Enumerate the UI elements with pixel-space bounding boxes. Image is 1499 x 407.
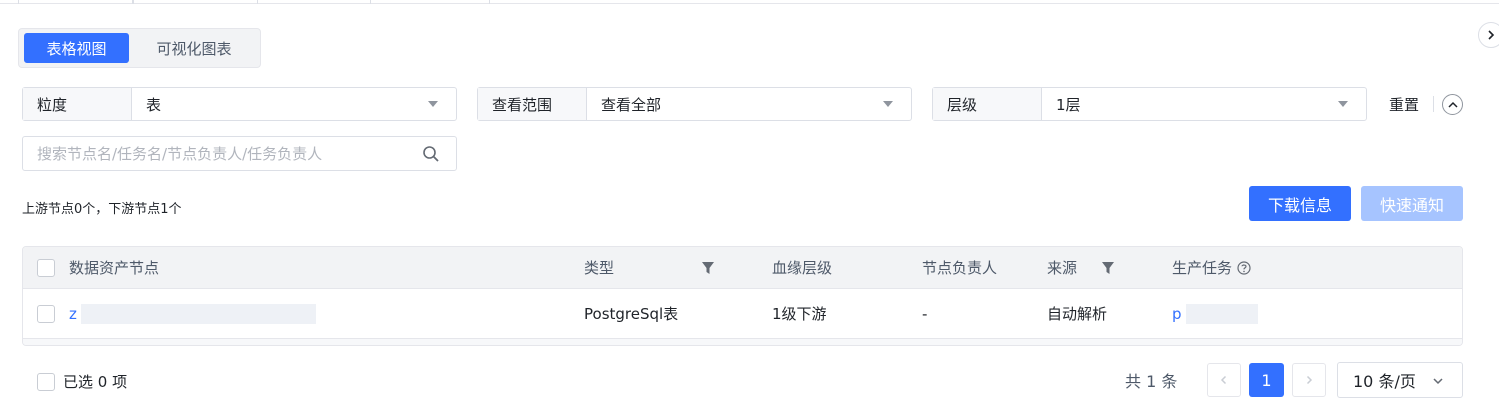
- top-tab[interactable]: [18, 0, 133, 4]
- expand-panel-button[interactable]: [1478, 22, 1499, 48]
- chart-view-tab[interactable]: 可视化图表: [134, 33, 254, 63]
- header-type: 类型: [584, 259, 615, 277]
- top-tab-strip: [0, 0, 1499, 4]
- search-icon[interactable]: [422, 145, 440, 163]
- node-link[interactable]: z: [69, 305, 77, 323]
- header-source: 来源: [1047, 259, 1078, 277]
- total-count: 共 1 条: [1125, 372, 1178, 391]
- top-tab[interactable]: [133, 0, 258, 4]
- redacted-text: [1185, 303, 1258, 324]
- table-header: 数据资产节点 类型 血缘层级 节点负责人 来源 生产任务: [23, 247, 1462, 289]
- level-select[interactable]: 层级 1层: [932, 87, 1367, 121]
- header-node: 数据资产节点: [69, 259, 160, 277]
- chevron-up-icon: [1447, 101, 1458, 108]
- page-1-button[interactable]: 1: [1249, 363, 1284, 397]
- collapse-filters-button[interactable]: [1442, 94, 1463, 115]
- header-producing-task: 生产任务: [1172, 259, 1233, 277]
- page-size-select[interactable]: 10 条/页: [1337, 362, 1463, 398]
- reset-button[interactable]: 重置: [1389, 94, 1419, 115]
- next-page-button[interactable]: [1292, 363, 1326, 397]
- row-checkbox[interactable]: [37, 304, 55, 323]
- node-count-summary: 上游节点0个，下游节点1个: [22, 202, 182, 217]
- cell-lineage-level: 1级下游: [772, 305, 827, 323]
- select-all-checkbox[interactable]: [37, 258, 55, 277]
- caret-down-icon: [428, 101, 438, 107]
- scope-label: 查看范围: [478, 88, 587, 120]
- granularity-value: 表: [146, 95, 162, 114]
- view-switch: 表格视图 可视化图表: [18, 28, 261, 68]
- cell-type: PostgreSql表: [584, 305, 679, 323]
- download-info-button[interactable]: 下载信息: [1249, 186, 1351, 221]
- caret-down-icon: [1338, 101, 1348, 107]
- search-input[interactable]: [23, 137, 403, 170]
- level-value: 1层: [1056, 95, 1081, 114]
- divider: [1433, 96, 1434, 112]
- redacted-text: [80, 303, 316, 324]
- help-icon[interactable]: [1237, 260, 1251, 275]
- caret-down-icon: [883, 101, 893, 107]
- granularity-select[interactable]: 粒度 表: [22, 87, 457, 121]
- scope-value: 查看全部: [601, 95, 662, 114]
- table-row[interactable]: z PostgreSql表 1级下游 - 自动解析 p: [23, 289, 1462, 339]
- filter-icon[interactable]: [1101, 261, 1115, 275]
- selected-count: 已选 0 项: [63, 373, 128, 391]
- chevron-down-icon: [1433, 378, 1443, 385]
- level-label: 层级: [933, 88, 1042, 120]
- prev-page-button[interactable]: [1207, 363, 1241, 397]
- page-size-value: 10 条/页: [1353, 372, 1416, 391]
- top-tab[interactable]: [370, 0, 490, 4]
- table-view-tab[interactable]: 表格视图: [24, 33, 129, 63]
- cell-owner: -: [922, 304, 928, 323]
- scope-select[interactable]: 查看范围 查看全部: [477, 87, 912, 121]
- header-owner: 节点负责人: [922, 259, 998, 277]
- lineage-table: 数据资产节点 类型 血缘层级 节点负责人 来源 生产任务 z PostgreSq…: [22, 246, 1463, 346]
- filter-icon[interactable]: [701, 261, 715, 275]
- select-all-footer-checkbox[interactable]: [37, 372, 55, 391]
- chevron-right-icon: [1306, 375, 1313, 385]
- cell-source: 自动解析: [1047, 305, 1108, 323]
- horizontal-scrollbar[interactable]: [23, 339, 1462, 345]
- chevron-left-icon: [1220, 375, 1227, 385]
- chevron-right-icon: [1488, 30, 1495, 40]
- task-link[interactable]: p: [1172, 305, 1182, 323]
- search-box: [22, 136, 457, 171]
- granularity-label: 粒度: [23, 88, 132, 120]
- header-lineage-level: 血缘层级: [772, 259, 833, 277]
- quick-notify-button[interactable]: 快速通知: [1361, 186, 1463, 221]
